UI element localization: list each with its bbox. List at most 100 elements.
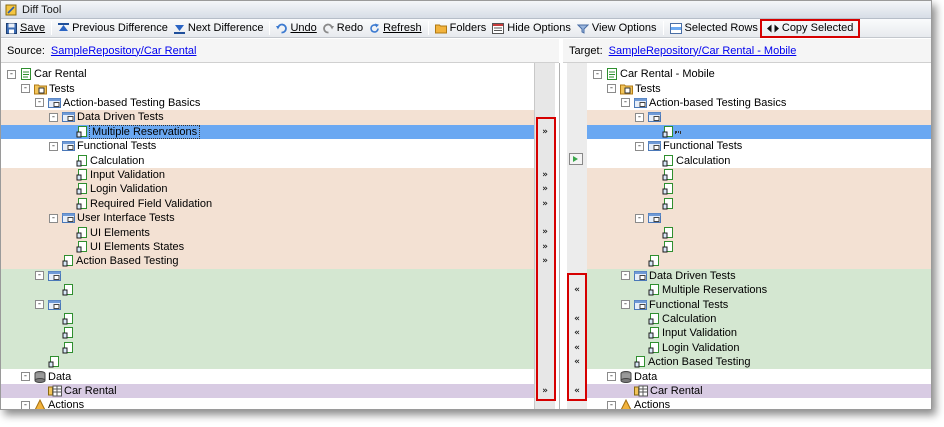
tree-node-label: UI Elements: [90, 226, 150, 239]
next-difference-button[interactable]: Next Difference: [171, 20, 267, 37]
target-tree-row[interactable]: -: [587, 211, 931, 226]
target-tree-row[interactable]: - Tests: [587, 81, 931, 95]
hide-options-button[interactable]: Hide Options: [489, 20, 574, 37]
collapse-toggle-icon[interactable]: -: [49, 141, 58, 151]
collapse-toggle-icon[interactable]: -: [35, 300, 44, 310]
selected-rows-button[interactable]: Selected Rows: [667, 20, 761, 37]
source-tree-row[interactable]: Login Validation: [1, 182, 534, 197]
source-tree-row[interactable]: Car Rental: [1, 383, 534, 399]
target-tree-row[interactable]: [587, 196, 931, 211]
view-options-button[interactable]: View Options: [574, 20, 660, 37]
target-tree-row[interactable]: [587, 182, 931, 197]
collapse-toggle-icon[interactable]: -: [593, 69, 602, 79]
source-tree-row[interactable]: UI Elements States: [1, 239, 534, 255]
collapse-toggle-icon[interactable]: -: [635, 141, 644, 151]
tree-node-label: Action-based Testing Basics: [649, 96, 787, 109]
tree-node: UI Elements States: [63, 240, 184, 253]
collapse-toggle-icon[interactable]: -: [607, 372, 616, 382]
source-tree-row[interactable]: [1, 340, 534, 355]
target-tree-row[interactable]: Login Validation: [587, 340, 931, 355]
undo-button[interactable]: Undo: [273, 20, 319, 37]
folders-button[interactable]: Folders: [432, 20, 490, 37]
target-tree-row[interactable]: -: [587, 110, 931, 125]
source-tree-row[interactable]: - Action-based Testing Basics: [1, 96, 534, 110]
source-tree-row[interactable]: [1, 355, 534, 370]
source-tree-row[interactable]: [1, 283, 534, 298]
test-icon: [662, 125, 674, 138]
target-tree-row[interactable]: - Car Rental - Mobile: [587, 67, 931, 81]
source-tree-row[interactable]: - Car Rental: [1, 67, 534, 81]
collapse-toggle-icon[interactable]: -: [49, 213, 58, 223]
target-tree-row[interactable]: Car Rental: [587, 383, 931, 399]
source-tree-row[interactable]: - Functional Tests: [1, 139, 534, 153]
collapse-toggle-icon[interactable]: -: [21, 400, 30, 409]
source-label: Source:: [7, 44, 45, 57]
target-tree-row[interactable]: [587, 225, 931, 240]
collapse-toggle-icon[interactable]: -: [635, 112, 644, 122]
target-tree-row[interactable]: - Actions: [587, 398, 931, 409]
source-tree-row[interactable]: [1, 326, 534, 341]
target-tree-row[interactable]: [587, 167, 931, 183]
source-tree-row[interactable]: Calculation: [1, 153, 534, 167]
source-tree-row[interactable]: -: [1, 268, 534, 283]
save-button[interactable]: Save: [3, 20, 48, 37]
redo-button[interactable]: Redo: [320, 20, 366, 37]
collapse-toggle-icon[interactable]: -: [621, 300, 630, 310]
view-options-label: View Options: [591, 22, 657, 34]
source-tree-row[interactable]: - User Interface Tests: [1, 211, 534, 226]
test-icon: [662, 197, 674, 210]
target-tree-row[interactable]: - Data Driven Tests: [587, 268, 931, 283]
source-tree-row[interactable]: -: [1, 297, 534, 312]
target-tree-row[interactable]: Calculation: [587, 311, 931, 327]
source-tree-row[interactable]: [1, 311, 534, 327]
collapse-toggle-icon[interactable]: -: [621, 98, 630, 108]
source-path-link[interactable]: SampleRepository/Car Rental: [51, 45, 197, 57]
target-tree-row[interactable]: Calculation: [587, 153, 931, 167]
collapse-toggle-icon[interactable]: -: [607, 84, 616, 94]
source-tree-row[interactable]: UI Elements: [1, 225, 534, 240]
tree-node-label: Data: [48, 370, 72, 383]
copy-selected-label: Copy Selected: [781, 22, 854, 34]
source-tree-row[interactable]: Action Based Testing: [1, 254, 534, 269]
source-tree-row[interactable]: - Tests: [1, 81, 534, 95]
refresh-button[interactable]: Refresh: [366, 20, 425, 37]
collapse-toggle-icon[interactable]: -: [21, 372, 30, 382]
collapse-toggle-icon[interactable]: -: [7, 69, 16, 79]
target-tree-row[interactable]: Input Validation: [587, 326, 931, 341]
target-tree-row[interactable]: Action Based Testing: [587, 355, 931, 370]
collapse-toggle-icon[interactable]: -: [21, 84, 30, 94]
target-tree-row[interactable]: Multiple Reservations: [587, 283, 931, 298]
collapse-toggle-icon[interactable]: -: [35, 271, 44, 281]
folder-icon: [434, 24, 447, 33]
collapse-toggle-icon[interactable]: -: [607, 400, 616, 409]
previous-difference-button[interactable]: Previous Difference: [55, 20, 171, 37]
target-tree-row[interactable]: - Data: [587, 369, 931, 383]
source-tree-row[interactable]: - Data Driven Tests: [1, 110, 534, 125]
target-path-link[interactable]: SampleRepository/Car Rental - Mobile: [609, 45, 797, 57]
test-icon: [662, 154, 674, 167]
test-icon: [76, 183, 88, 195]
test-icon: [662, 183, 674, 195]
target-tree-row[interactable]: - Action-based Testing Basics: [587, 96, 931, 110]
target-tree-row[interactable]: [587, 239, 931, 255]
source-tree[interactable]: - Car Rental - Tests - Action-based Testing B…: [1, 63, 535, 409]
target-tree-row[interactable]: [587, 254, 931, 269]
collapse-toggle-icon[interactable]: -: [49, 112, 58, 122]
source-tree-row[interactable]: Multiple Reservations: [1, 124, 534, 139]
collapse-toggle-icon[interactable]: -: [635, 213, 644, 223]
source-tree-row[interactable]: Required Field Validation: [1, 196, 534, 211]
source-tree-row[interactable]: - Actions: [1, 398, 534, 409]
target-tree[interactable]: - Car Rental - Mobile - Tests - Action-based …: [587, 63, 931, 409]
test-icon: [648, 284, 660, 296]
collapse-toggle-icon[interactable]: -: [35, 98, 44, 108]
actions-icon: [34, 399, 46, 409]
target-tree-row[interactable]: - Functional Tests: [587, 139, 931, 153]
source-tree-row[interactable]: Input Validation: [1, 167, 534, 183]
source-tree-row[interactable]: - Data: [1, 369, 534, 383]
collapse-toggle-icon[interactable]: -: [621, 271, 630, 281]
target-tree-row[interactable]: - Functional Tests: [587, 297, 931, 312]
target-tree-row[interactable]: [587, 124, 931, 139]
tree-node: Multiple Reservations: [63, 124, 201, 139]
copy-selected-button[interactable]: Copy Selected: [759, 18, 861, 38]
tree-node-label: Multiple Reservations: [88, 124, 201, 139]
